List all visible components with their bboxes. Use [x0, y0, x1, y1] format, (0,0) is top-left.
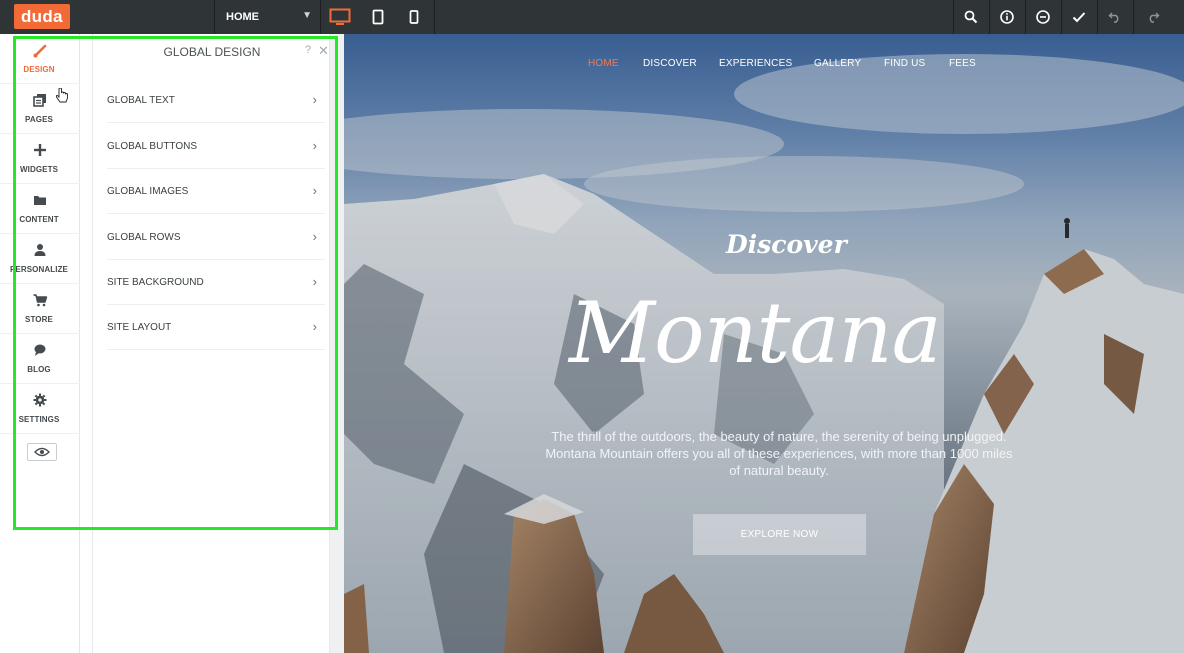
hero-title: Montana [569, 284, 942, 382]
site-preview-hero[interactable]: HOME DISCOVER EXPERIENCES GALLERY FIND U… [344, 34, 1184, 653]
comment-icon [1036, 10, 1050, 24]
toolbar-separator [434, 0, 435, 34]
site-nav-home[interactable]: HOME [588, 58, 619, 69]
site-nav-find-us[interactable]: FIND US [884, 58, 925, 69]
page-selector-value: HOME [226, 11, 259, 23]
page-selector[interactable]: HOME ▼ [216, 0, 320, 34]
mobile-view-button[interactable] [396, 0, 432, 34]
search-icon [964, 10, 978, 24]
search-button[interactable] [954, 0, 988, 34]
chevron-down-icon: ▼ [302, 10, 312, 21]
site-nav-fees[interactable]: FEES [949, 58, 976, 69]
tablet-icon [372, 9, 384, 25]
redo-icon [1149, 12, 1160, 23]
redo-button[interactable] [1136, 0, 1170, 34]
mobile-icon [409, 10, 419, 24]
check-icon [1072, 12, 1086, 23]
publish-button[interactable] [1062, 0, 1096, 34]
undo-icon [1108, 12, 1119, 23]
desktop-icon [329, 8, 351, 25]
tablet-view-button[interactable] [360, 0, 396, 34]
desktop-view-button[interactable] [322, 0, 358, 34]
info-button[interactable] [990, 0, 1024, 34]
site-nav-experiences[interactable]: EXPERIENCES [719, 58, 792, 69]
undo-button[interactable] [1098, 0, 1132, 34]
top-toolbar: duda HOME ▼ [0, 0, 1184, 34]
comment-button[interactable] [1026, 0, 1060, 34]
toolbar-separator [214, 0, 215, 34]
toolbar-separator [1133, 0, 1134, 34]
info-icon [1000, 10, 1014, 24]
explore-now-button[interactable]: EXPLORE NOW [693, 514, 866, 555]
hero-subtitle: Discover [726, 230, 847, 259]
selection-highlight [13, 36, 338, 530]
duda-logo[interactable]: duda [14, 4, 70, 29]
site-nav-discover[interactable]: DISCOVER [643, 58, 697, 69]
site-nav-gallery[interactable]: GALLERY [814, 58, 861, 69]
toolbar-separator [320, 0, 321, 34]
hero-description: The thrill of the outdoors, the beauty o… [545, 429, 1013, 478]
